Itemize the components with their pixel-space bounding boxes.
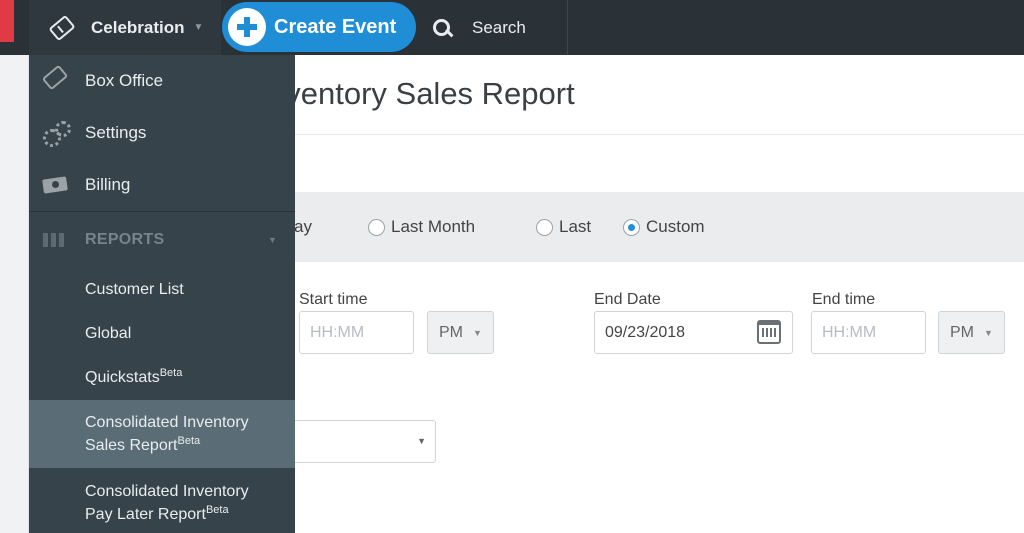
radio-button[interactable] bbox=[368, 218, 385, 236]
report-item-global[interactable]: Global bbox=[29, 320, 295, 364]
chevron-down-icon: ▼ bbox=[193, 22, 204, 33]
beta-badge: Beta bbox=[205, 504, 229, 516]
search-label: Search bbox=[472, 17, 526, 37]
range-option-partial: ay bbox=[294, 217, 312, 236]
report-item-label: Consolidated Inventory Sales ReportBeta bbox=[85, 414, 249, 454]
beta-badge: Beta bbox=[159, 367, 183, 379]
money-icon bbox=[41, 173, 69, 197]
reports-section-header[interactable]: REPORTS ▼ bbox=[29, 212, 295, 268]
radio-last[interactable]: Last bbox=[536, 217, 591, 237]
radio-custom[interactable]: Custom bbox=[623, 217, 705, 237]
radio-label: Last Month bbox=[391, 217, 476, 236]
ticket-icon bbox=[48, 14, 76, 41]
report-item-quickstats[interactable]: QuickstatsBeta bbox=[29, 364, 295, 400]
end-ampm-value: PM bbox=[950, 323, 974, 341]
search-icon bbox=[433, 18, 451, 37]
report-item-consolidated-inventory-sales[interactable]: Consolidated Inventory Sales ReportBeta bbox=[29, 400, 295, 468]
radio-button-selected[interactable] bbox=[623, 218, 640, 236]
radio-label: Last bbox=[559, 217, 592, 236]
report-item-label: Consolidated Inventory Pay Later ReportBe… bbox=[85, 483, 249, 523]
report-item-label: Global bbox=[85, 325, 132, 342]
report-item-label: Customer List bbox=[85, 281, 184, 298]
event-name: Celebration bbox=[91, 17, 185, 37]
left-gutter bbox=[0, 55, 29, 533]
end-time-input[interactable] bbox=[811, 311, 926, 354]
menu-item-label: Billing bbox=[85, 175, 131, 194]
start-time-label: Start time bbox=[299, 291, 368, 308]
brand-logo-fragment[interactable] bbox=[0, 0, 14, 42]
plus-circle-icon bbox=[228, 8, 266, 46]
chevron-down-icon: ▼ bbox=[268, 235, 277, 245]
create-event-button[interactable]: Create Event bbox=[222, 2, 416, 52]
end-time-label: End time bbox=[812, 291, 876, 308]
report-item-customer-list[interactable]: Customer List bbox=[29, 276, 295, 320]
end-ampm-select[interactable]: PM ▼ bbox=[938, 311, 1005, 354]
page-title: nventory Sales Report bbox=[268, 76, 575, 111]
reports-header-label: REPORTS bbox=[85, 231, 165, 248]
event-dropdown-menu: Box Office Settings Billing REPORTS ▼ Cu… bbox=[29, 55, 295, 533]
report-item-consolidated-inventory-pay-later[interactable]: Consolidated Inventory Pay Later ReportBe… bbox=[29, 468, 295, 533]
search-button[interactable]: Search bbox=[417, 0, 568, 55]
start-time-input[interactable] bbox=[299, 311, 414, 354]
menu-item-label: Settings bbox=[85, 123, 147, 142]
beta-badge: Beta bbox=[177, 435, 201, 447]
ticket-icon bbox=[41, 64, 69, 91]
chevron-down-icon: ▼ bbox=[984, 327, 993, 338]
start-ampm-value: PM bbox=[439, 323, 463, 341]
menu-item-billing[interactable]: Billing bbox=[29, 159, 295, 211]
create-event-label: Create Event bbox=[274, 15, 397, 38]
bar-chart-icon bbox=[43, 233, 67, 247]
gears-icon bbox=[41, 120, 71, 147]
radio-last-month[interactable]: Last Month bbox=[368, 217, 475, 237]
menu-item-settings[interactable]: Settings bbox=[29, 107, 295, 159]
event-selector[interactable]: Celebration ▼ bbox=[29, 0, 221, 55]
event-filter-select[interactable]: ▼ bbox=[290, 420, 436, 463]
radio-button[interactable] bbox=[536, 218, 553, 236]
radio-label: Custom bbox=[646, 217, 705, 236]
report-item-label: QuickstatsBeta bbox=[85, 367, 183, 387]
chevron-down-icon: ▼ bbox=[417, 436, 426, 446]
top-navigation-bar: Celebration ▼ Create Event Search bbox=[0, 0, 1024, 55]
calendar-icon[interactable] bbox=[757, 320, 781, 344]
end-date-label: End Date bbox=[594, 291, 661, 308]
menu-item-box-office[interactable]: Box Office bbox=[29, 55, 295, 107]
menu-item-label: Box Office bbox=[85, 71, 164, 90]
start-ampm-select[interactable]: PM ▼ bbox=[427, 311, 494, 354]
chevron-down-icon: ▼ bbox=[473, 327, 482, 338]
